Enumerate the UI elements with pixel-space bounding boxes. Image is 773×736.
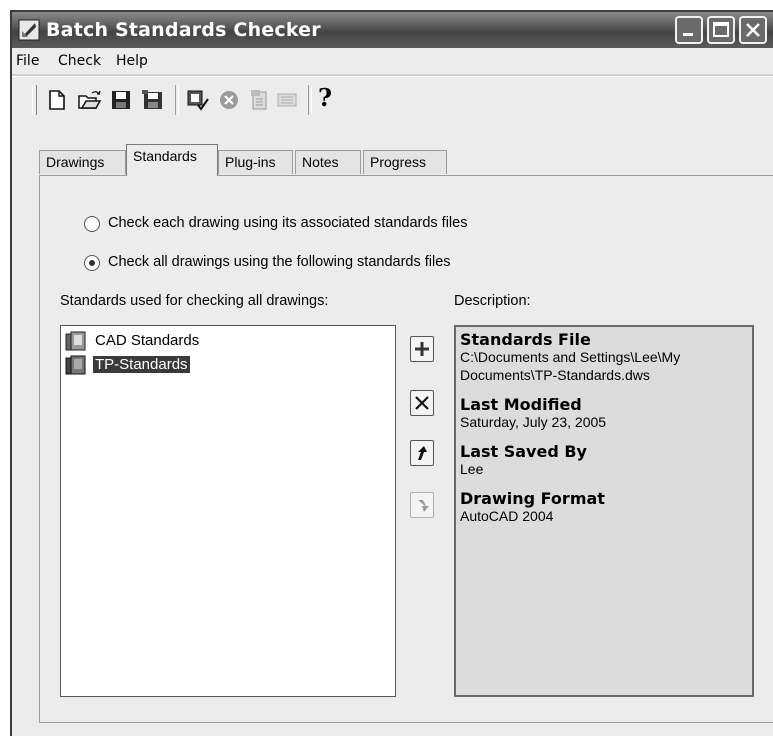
option-associated-label: Check each drawing using its associated … [108, 215, 468, 231]
app-icon [18, 19, 40, 41]
tab-drawings[interactable]: Drawings [39, 150, 126, 174]
description-value: C:\Documents and Settings\Lee\My Documen… [460, 349, 681, 383]
new-icon[interactable] [44, 87, 70, 113]
description-last-modified: Last Modified Saturday, July 23, 2005 [460, 396, 748, 431]
move-up-button[interactable] [410, 440, 434, 466]
tab-plug-ins[interactable]: Plug-ins [218, 150, 293, 174]
close-icon [746, 23, 760, 37]
standards-listbox[interactable]: CAD Standards TP-Standards [60, 325, 396, 697]
description-value: Saturday, July 23, 2005 [460, 414, 607, 430]
radio-following[interactable] [84, 255, 100, 271]
description-heading: Last Modified [460, 395, 582, 414]
description-heading: Standards File [460, 330, 591, 349]
add-icon [415, 342, 429, 356]
toolbar-separator [308, 85, 312, 115]
maximize-icon [713, 22, 729, 37]
description-last-saved-by: Last Saved By Lee [460, 443, 748, 478]
toolbar-grip[interactable] [32, 85, 37, 115]
open-icon[interactable] [76, 87, 102, 113]
description-drawing-format: Drawing Format AutoCAD 2004 [460, 490, 748, 525]
help-icon[interactable]: ? [318, 83, 344, 112]
remove-standard-button[interactable] [410, 390, 434, 416]
tab-progress[interactable]: Progress [363, 150, 447, 174]
tab-strip: Drawings Standards Plug-ins Notes Progre… [12, 142, 773, 176]
list-item-label: TP-Standards [93, 356, 190, 373]
option-following-label: Check all drawings using the following s… [108, 254, 451, 270]
radio-associated[interactable] [84, 216, 100, 232]
description-label: Description: [454, 293, 531, 309]
check-standards-icon[interactable] [184, 87, 210, 113]
standards-file-icon [65, 331, 86, 351]
save-icon[interactable] [108, 87, 134, 113]
minimize-icon [683, 33, 693, 36]
maximize-button[interactable] [707, 16, 735, 44]
menu-file[interactable]: File [16, 53, 39, 69]
remove-icon [415, 396, 429, 410]
standards-panel: Check each drawing using its associated … [39, 175, 773, 723]
description-heading: Drawing Format [460, 489, 605, 508]
save-as-icon[interactable] [140, 87, 166, 113]
move-down-button[interactable] [410, 492, 434, 518]
tab-notes[interactable]: Notes [295, 150, 361, 174]
standards-list-label: Standards used for checking all drawings… [60, 293, 329, 309]
close-button[interactable] [739, 16, 767, 44]
menu-help[interactable]: Help [116, 53, 148, 69]
add-standard-button[interactable] [410, 336, 434, 362]
move-up-icon [418, 446, 427, 460]
description-value: Lee [460, 461, 484, 477]
move-down-icon [418, 500, 429, 512]
batch-standards-checker-window: Batch Standards Checker File Check Help [10, 10, 773, 736]
description-heading: Last Saved By [460, 442, 587, 461]
title-bar[interactable]: Batch Standards Checker [12, 12, 773, 48]
standards-file-icon [65, 355, 86, 375]
toolbar-separator [175, 85, 179, 115]
description-standards-file: Standards File C:\Documents and Settings… [460, 331, 748, 384]
view-report-icon[interactable] [246, 87, 272, 113]
tab-standards[interactable]: Standards [126, 144, 218, 176]
list-item-label: CAD Standards [95, 332, 200, 349]
toolbar: ? [12, 77, 773, 121]
description-value: AutoCAD 2004 [460, 508, 554, 524]
menu-bar: File Check Help [12, 48, 773, 74]
menu-check[interactable]: Check [58, 53, 101, 69]
description-box: Standards File C:\Documents and Settings… [454, 325, 754, 697]
stop-check-icon[interactable] [216, 87, 242, 113]
minimize-button[interactable] [675, 16, 703, 44]
export-report-icon[interactable] [274, 87, 300, 113]
window-title: Batch Standards Checker [46, 19, 321, 41]
